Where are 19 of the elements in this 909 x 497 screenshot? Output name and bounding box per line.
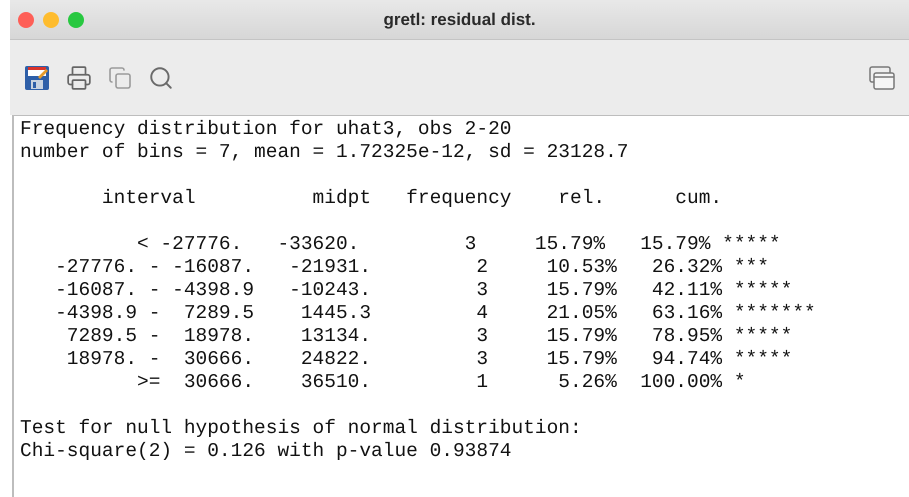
table-row-text: -27776. - -16087. -21931. 2 10.53% 26.32% *** bbox=[54, 256, 769, 279]
output-line: Test for null hypothesis of normal distribution: bbox=[20, 417, 582, 440]
table-row-text: 7289.5 - 18978. 13134. 3 15.79% 78.95% ***** bbox=[66, 325, 792, 348]
output-line: Frequency distribution for uhat3, obs 2-20 bbox=[20, 118, 512, 141]
copy-icon[interactable] bbox=[108, 66, 132, 90]
printer-icon[interactable] bbox=[66, 64, 92, 90]
window-title: gretl: residual dist. bbox=[383, 8, 536, 31]
windows-icon[interactable] bbox=[869, 66, 895, 90]
output-line: Chi-square(2) = 0.126 with p-value 0.93874 bbox=[20, 440, 512, 463]
table-row-text: -4398.9 - 7289.5 1445.3 4 21.05% 63.16% ******* bbox=[54, 302, 816, 325]
search-icon[interactable] bbox=[148, 64, 174, 90]
table-row-text: < -27776. -33620. 3 15.79% 15.79% ***** bbox=[136, 233, 781, 256]
column-header-line: interval midpt frequency rel. cum. bbox=[100, 187, 722, 210]
save-icon[interactable] bbox=[24, 64, 50, 90]
close-button[interactable] bbox=[18, 12, 34, 28]
table-row-text: 18978. - 30666. 24822. 3 15.79% 94.74% ***** bbox=[66, 348, 792, 371]
table-row-text: >= 30666. 36510. 1 5.26% 100.00% * bbox=[136, 371, 746, 394]
table-row-text: -16087. - -4398.9 -10243. 3 15.79% 42.11% ***** bbox=[54, 279, 792, 302]
output-line: number of bins = 7, mean = 1.72325e-12, sd = 23128.7 bbox=[20, 141, 628, 164]
